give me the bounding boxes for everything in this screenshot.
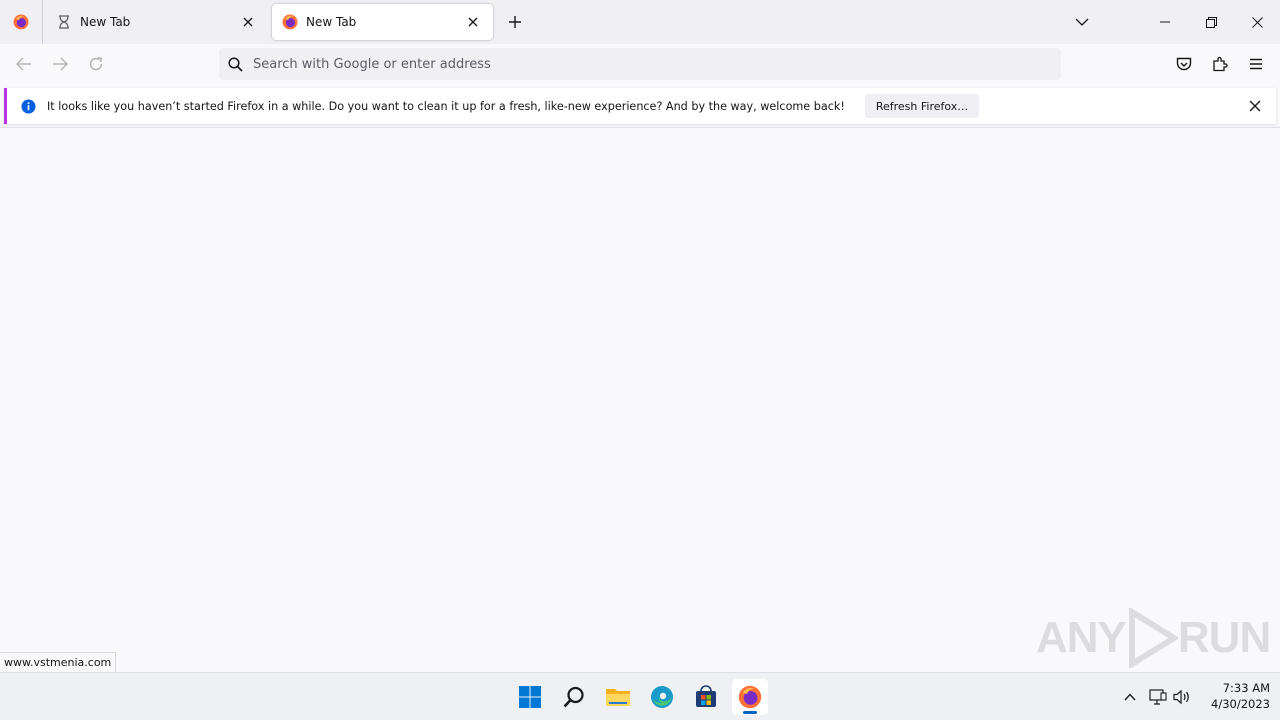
windows-taskbar: 7:33 AM 4/30/2023 [0, 672, 1280, 720]
close-tab-icon[interactable] [463, 12, 483, 32]
back-button[interactable] [12, 52, 36, 76]
close-tab-icon[interactable] [238, 12, 258, 32]
search-icon [563, 686, 584, 708]
restore-icon [1205, 16, 1217, 28]
navigation-toolbar [0, 44, 1280, 84]
refresh-firefox-button[interactable]: Refresh Firefox… [864, 94, 980, 118]
anyrun-watermark: ANY RUN [1036, 606, 1271, 670]
network-button[interactable] [1146, 685, 1170, 709]
watermark-text-right: RUN [1177, 613, 1271, 662]
notification-message: It looks like you haven’t started Firefo… [47, 99, 845, 113]
forward-button[interactable] [48, 52, 72, 76]
edge-button[interactable] [644, 679, 680, 715]
plus-icon [509, 16, 521, 28]
chevron-up-icon [1124, 693, 1136, 701]
store-icon [696, 685, 716, 707]
arrow-left-icon [16, 57, 31, 71]
tab-title: New Tab [306, 15, 357, 29]
chevron-down-icon [1075, 18, 1089, 26]
search-icon [227, 56, 243, 72]
hamburger-menu-icon [1250, 58, 1262, 70]
save-to-pocket-button[interactable] [1172, 52, 1196, 76]
close-icon [1251, 16, 1263, 28]
microsoft-store-button[interactable] [688, 679, 724, 715]
clock-date: 4/30/2023 [1211, 697, 1270, 711]
new-tab-button[interactable] [503, 10, 527, 34]
tab-strip: New Tab New Tab [0, 0, 1280, 44]
clock[interactable]: 7:33 AM 4/30/2023 [1200, 680, 1270, 712]
info-icon [20, 98, 36, 114]
extensions-button[interactable] [1208, 52, 1232, 76]
close-notification-icon[interactable] [1244, 95, 1266, 117]
taskbar-search-button[interactable] [556, 679, 592, 715]
puzzle-icon [1213, 56, 1228, 72]
refresh-firefox-notification: It looks like you haven’t started Firefo… [4, 88, 1276, 124]
tab-new-tab-1[interactable]: New Tab [46, 4, 268, 40]
minimize-icon [1160, 21, 1170, 23]
volume-button[interactable] [1170, 685, 1194, 709]
firefox-icon [13, 14, 29, 30]
close-window-button[interactable] [1234, 0, 1280, 44]
network-icon [1149, 689, 1167, 705]
windows-start-icon [519, 686, 541, 708]
reload-icon [89, 56, 103, 71]
link-status-panel: www.vstmenia.com [0, 652, 117, 673]
clock-time: 7:33 AM [1222, 681, 1270, 695]
list-all-tabs-button[interactable] [1070, 10, 1094, 34]
tab-title: New Tab [80, 15, 131, 29]
firefox-taskbar-button[interactable] [732, 679, 768, 715]
firefox-view-button[interactable] [0, 0, 43, 44]
edge-icon [651, 686, 673, 708]
firefox-icon [282, 14, 298, 30]
pocket-icon [1176, 57, 1192, 70]
hourglass-icon [56, 14, 72, 30]
address-bar[interactable] [219, 48, 1061, 80]
url-input[interactable] [253, 56, 953, 72]
speaker-icon [1173, 689, 1189, 705]
file-explorer-icon [606, 689, 630, 706]
app-menu-button[interactable] [1244, 52, 1268, 76]
show-hidden-icons-button[interactable] [1118, 685, 1142, 709]
tab-new-tab-2[interactable]: New Tab [272, 4, 493, 40]
watermark-text-left: ANY [1036, 613, 1127, 662]
play-logo-icon [1128, 608, 1178, 668]
minimize-button[interactable] [1142, 0, 1188, 44]
file-explorer-button[interactable] [600, 679, 636, 715]
start-button[interactable] [512, 679, 548, 715]
firefox-icon [738, 685, 762, 709]
restore-button[interactable] [1188, 0, 1234, 44]
arrow-right-icon [53, 57, 68, 71]
reload-button[interactable] [84, 52, 108, 76]
running-indicator [743, 711, 757, 714]
page-content[interactable] [0, 127, 1280, 673]
